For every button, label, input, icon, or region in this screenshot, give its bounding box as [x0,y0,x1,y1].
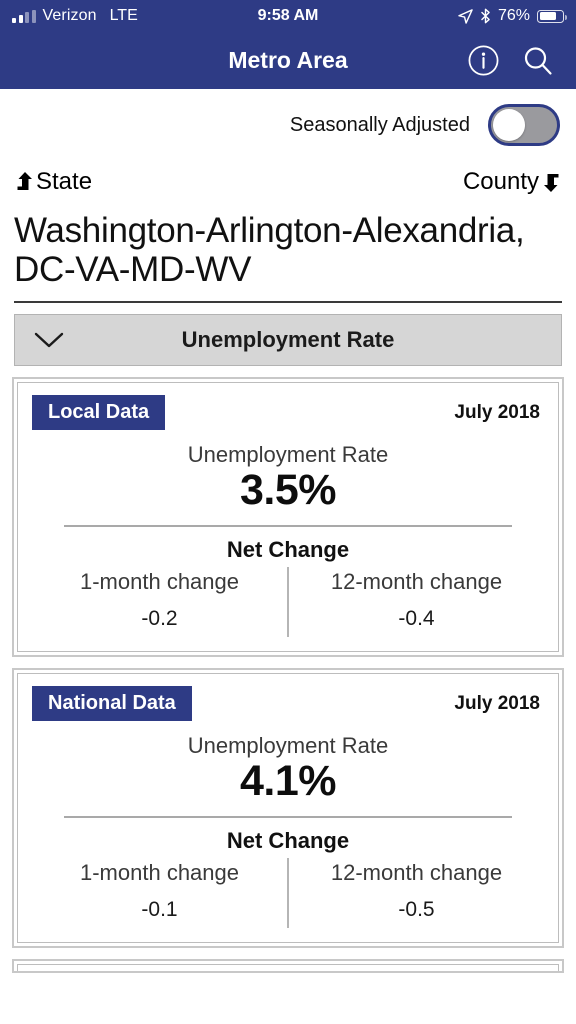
state-nav-link[interactable]: State [14,168,92,196]
toggle-knob [493,109,525,141]
carrier-label: Verizon [42,7,97,24]
local-1-month-value: -0.2 [141,607,178,631]
measure-dropdown[interactable]: Unemployment Rate [14,314,562,367]
status-bar: Verizon LTE 9:58 AM 76% [0,0,576,32]
network-type-label: LTE [109,7,138,24]
arrow-down-right-hook-icon [544,174,559,192]
local-12-month-change: 12-month change -0.4 [287,567,544,638]
area-title: Washington-Arlington-Alexandria, DC-VA-M… [14,211,525,290]
local-card-header: Local Data July 2018 [32,395,544,431]
signal-bars-icon [12,9,36,23]
seasonally-adjusted-row: Seasonally Adjusted [0,89,576,161]
seasonally-adjusted-toggle[interactable] [488,104,560,146]
local-metric-value: 3.5% [239,466,337,515]
local-metric-label: Unemployment Rate [187,442,389,468]
local-12-month-value: -0.4 [398,607,435,631]
national-net-change-title: Net Change [226,828,350,854]
national-12-month-value: -0.5 [398,898,435,922]
navigation-actions [467,44,576,77]
next-card-partial [12,959,564,974]
national-data-badge: National Data [32,686,192,722]
geo-navigation: State County [0,161,576,203]
local-changes-row: 1-month change -0.2 12-month change -0.4 [32,567,544,638]
county-nav-link[interactable]: County [463,168,562,196]
arrow-up-left-hook-icon [17,172,32,190]
national-data-card: National Data July 2018 Unemployment Rat… [12,668,564,949]
local-1-month-label: 1-month change [80,569,239,595]
title-divider [14,301,562,304]
local-data-date: July 2018 [454,401,540,423]
search-button[interactable] [522,45,554,77]
measure-dropdown-label: Unemployment Rate [181,327,395,353]
local-card-divider [64,525,512,528]
bluetooth-icon [481,8,490,24]
national-changes-row: 1-month change -0.1 12-month change -0.5 [32,858,544,929]
battery-icon [537,9,567,23]
status-bar-left: Verizon LTE [12,7,138,25]
app-screen: Verizon LTE 9:58 AM 76% Metro Area Seaso… [0,0,576,1024]
national-data-date: July 2018 [454,692,540,714]
national-metric-value: 4.1% [239,757,337,806]
info-circle-icon [468,45,499,76]
national-data-card-inner: National Data July 2018 Unemployment Rat… [17,673,559,944]
national-card-divider [64,816,512,819]
navigation-bar: Metro Area [0,32,576,89]
local-data-card: Local Data July 2018 Unemployment Rate 3… [12,377,564,658]
local-data-badge: Local Data [32,395,166,431]
local-net-change-title: Net Change [226,537,350,563]
national-metric-label: Unemployment Rate [187,733,389,759]
local-12-month-label: 12-month change [330,569,503,595]
national-12-month-label: 12-month change [330,860,503,886]
location-arrow-icon [458,8,473,24]
next-card-partial-inner [17,964,559,972]
info-button[interactable] [467,44,500,77]
national-1-month-change: 1-month change -0.1 [32,858,287,928]
seasonally-adjusted-label: Seasonally Adjusted [289,113,470,136]
national-card-header: National Data July 2018 [32,686,544,722]
local-data-card-inner: Local Data July 2018 Unemployment Rate 3… [17,382,559,653]
state-nav-label: State [36,168,93,195]
national-1-month-value: -0.1 [141,898,178,922]
status-bar-right: 76% [458,7,567,25]
search-icon [524,46,552,75]
national-12-month-change: 12-month change -0.5 [287,858,544,929]
county-nav-label: County [462,168,539,195]
chevron-down-icon [34,333,64,348]
battery-percent-label: 76% [497,7,530,24]
national-1-month-label: 1-month change [80,860,239,886]
local-1-month-change: 1-month change -0.2 [32,567,287,637]
